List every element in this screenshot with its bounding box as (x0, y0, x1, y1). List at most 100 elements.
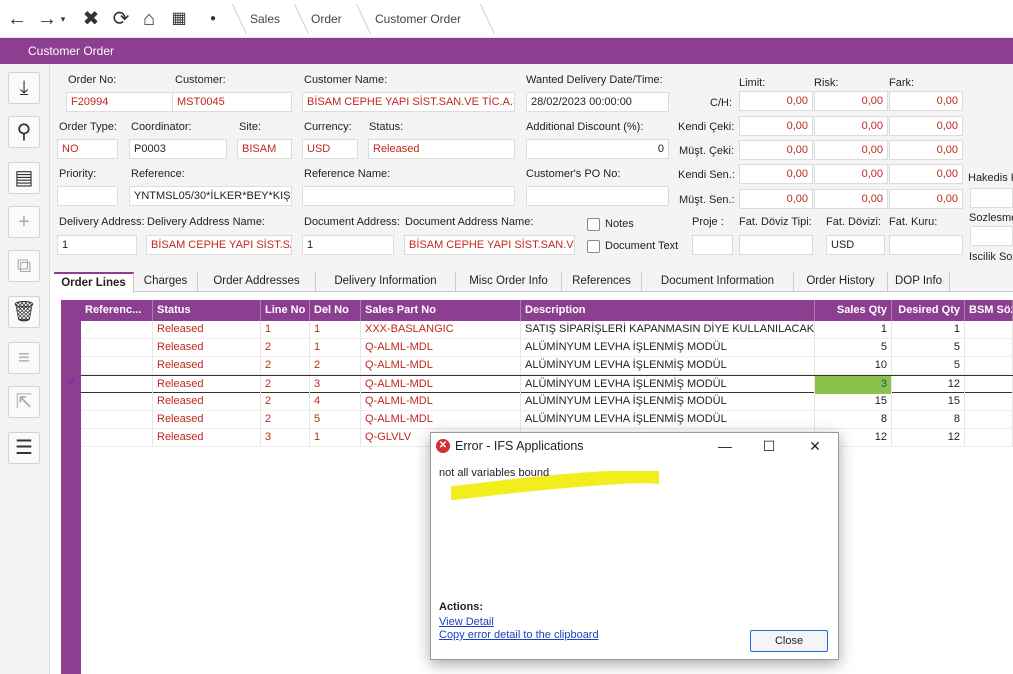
cell-del-no[interactable]: 2 (310, 357, 361, 375)
cell-reference[interactable] (81, 357, 153, 375)
cell-del-no[interactable]: 4 (310, 393, 361, 411)
order-type-field[interactable]: NO (57, 139, 118, 159)
cell-status[interactable]: Released (153, 393, 261, 411)
cell-del-no[interactable]: 1 (310, 321, 361, 339)
breadcrumb-customer-order[interactable]: Customer Order (375, 12, 461, 26)
cell-reference[interactable] (81, 393, 153, 411)
save-icon[interactable]: ▤ (8, 162, 40, 194)
customer-field[interactable]: MST0045 (172, 92, 292, 112)
cell-status[interactable]: Released (153, 321, 261, 339)
table-row[interactable]: Released 1 1 XXX-BASLANGIC SATIŞ SİPARİŞLERİ… (61, 321, 1013, 339)
resize-icon[interactable]: ⇱ (8, 386, 40, 418)
refresh-icon[interactable]: ⟳ (110, 8, 132, 30)
cell-bsm-soz[interactable] (965, 339, 1013, 357)
apps-grid-icon[interactable]: ▦ (168, 8, 190, 30)
document-list-icon[interactable]: ☰ (8, 432, 40, 464)
site-field[interactable]: BISAM (237, 139, 292, 159)
cell-description[interactable]: ALÜMİNYUM LEVHA İŞLENMİŞ MODÜL (521, 411, 815, 429)
status-field[interactable]: Released (368, 139, 515, 159)
cell-line-no[interactable]: 2 (261, 339, 310, 357)
back-arrow-icon[interactable]: ← (6, 8, 28, 30)
history-dropdown-icon[interactable]: ▾ (58, 8, 68, 30)
hakedis-field[interactable] (970, 188, 1013, 208)
cell-desired-qty[interactable]: 12 (892, 429, 965, 447)
col-header-bsm-soz[interactable]: BSM Söz (965, 300, 1013, 321)
cell-sales-part-no[interactable]: Q-ALML-MDL (361, 339, 521, 357)
cell-bsm-soz[interactable] (965, 429, 1013, 447)
cell-reference[interactable] (81, 376, 153, 394)
tab-document-information[interactable]: Document Information (642, 272, 794, 292)
cell-bsm-soz[interactable] (965, 376, 1013, 394)
cell-desired-qty[interactable]: 5 (892, 339, 965, 357)
cell-line-no[interactable]: 3 (261, 429, 310, 447)
cell-sales-qty[interactable]: 10 (815, 357, 892, 375)
table-row[interactable]: Released 2 1 Q-ALML-MDL ALÜMİNYUM LEVHA İŞLE… (61, 339, 1013, 357)
minimize-icon[interactable]: — (713, 436, 737, 456)
cell-sales-part-no[interactable]: XXX-BASLANGIC (361, 321, 521, 339)
reference-name-field[interactable] (302, 186, 515, 206)
col-header-desired-qty[interactable]: Desired Qty (892, 300, 965, 321)
order-no-field[interactable]: F20994 (66, 92, 173, 112)
customer-name-field[interactable]: BİSAM CEPHE YAPI SİST.SAN.VE TİC.A.Ş. (302, 92, 515, 112)
cell-line-no[interactable]: 2 (261, 393, 310, 411)
table-row[interactable]: Released 2 2 Q-ALML-MDL ALÜMİNYUM LEVHA İŞLE… (61, 357, 1013, 375)
col-header-reference[interactable]: Referenc... (81, 300, 153, 321)
kendi-ceki-risk-field[interactable]: 0,00 (814, 116, 888, 136)
cell-bsm-soz[interactable] (965, 357, 1013, 375)
cell-line-no[interactable]: 2 (261, 376, 310, 394)
currency-field[interactable]: USD (302, 139, 358, 159)
cell-desired-qty[interactable]: 5 (892, 357, 965, 375)
cell-description[interactable]: ALÜMİNYUM LEVHA İŞLENMİŞ MODÜL (521, 393, 815, 411)
breadcrumb-sales[interactable]: Sales (250, 12, 280, 26)
cell-line-no[interactable]: 1 (261, 321, 310, 339)
must-sen-fark-field[interactable]: 0,00 (889, 189, 963, 209)
cell-desired-qty[interactable]: 1 (892, 321, 965, 339)
cell-desired-qty[interactable]: 12 (892, 376, 965, 394)
cell-status[interactable]: Released (153, 429, 261, 447)
col-header-status[interactable]: Status (153, 300, 261, 321)
wanted-delivery-field[interactable]: 28/02/2023 00:00:00 (526, 92, 669, 112)
must-ceki-risk-field[interactable]: 0,00 (814, 140, 888, 160)
must-sen-limit-field[interactable]: 0,00 (739, 189, 813, 209)
tab-order-history[interactable]: Order History (794, 272, 888, 292)
tab-dop-info[interactable]: DOP Info (888, 272, 950, 292)
must-ceki-fark-field[interactable]: 0,00 (889, 140, 963, 160)
cell-sales-part-no[interactable]: Q-ALML-MDL (361, 376, 521, 394)
delete-icon[interactable]: 🗑 (8, 296, 40, 328)
forward-arrow-icon[interactable]: → (36, 8, 58, 30)
cell-status[interactable]: Released (153, 411, 261, 429)
coordinator-field[interactable]: P0003 (129, 139, 227, 159)
cell-sales-qty[interactable]: 1 (815, 321, 892, 339)
cell-del-no[interactable]: 5 (310, 411, 361, 429)
cell-sales-qty[interactable]: 5 (815, 339, 892, 357)
cell-description[interactable]: ALÜMİNYUM LEVHA İŞLENMİŞ MODÜL (521, 357, 815, 375)
list-icon[interactable]: ≡ (8, 342, 40, 374)
sozlesme-field[interactable] (970, 226, 1013, 246)
col-header-sales-qty[interactable]: Sales Qty (815, 300, 892, 321)
col-header-line-no[interactable]: Line No (261, 300, 310, 321)
proje-field[interactable] (692, 235, 733, 255)
cell-sales-part-no[interactable]: Q-ALML-MDL (361, 411, 521, 429)
document-address-name-field[interactable]: BİSAM CEPHE YAPI SİST.SAN.VE T (404, 235, 575, 255)
cell-del-no[interactable]: 1 (310, 429, 361, 447)
tab-delivery-information[interactable]: Delivery Information (316, 272, 456, 292)
kendi-sen-fark-field[interactable]: 0,00 (889, 164, 963, 184)
cell-line-no[interactable]: 2 (261, 357, 310, 375)
tab-misc-order-info[interactable]: Misc Order Info (456, 272, 562, 292)
cell-status[interactable]: Released (153, 376, 261, 394)
customer-po-field[interactable] (526, 186, 669, 206)
fat-doviz-tipi-field[interactable] (739, 235, 813, 255)
copy-error-link[interactable]: Copy error detail to the clipboard (439, 629, 599, 641)
kendi-ceki-fark-field[interactable]: 0,00 (889, 116, 963, 136)
duplicate-icon[interactable]: ⧉ (8, 250, 40, 282)
cell-reference[interactable] (81, 411, 153, 429)
priority-field[interactable] (57, 186, 118, 206)
tab-references[interactable]: References (562, 272, 642, 292)
close-icon[interactable]: ✕ (803, 436, 827, 456)
cell-desired-qty[interactable]: 15 (892, 393, 965, 411)
additional-discount-field[interactable]: 0 (526, 139, 669, 159)
download-icon[interactable]: ⤓ (8, 72, 40, 104)
cell-line-no[interactable]: 2 (261, 411, 310, 429)
breadcrumb-order[interactable]: Order (311, 12, 342, 26)
cell-desired-qty[interactable]: 8 (892, 411, 965, 429)
